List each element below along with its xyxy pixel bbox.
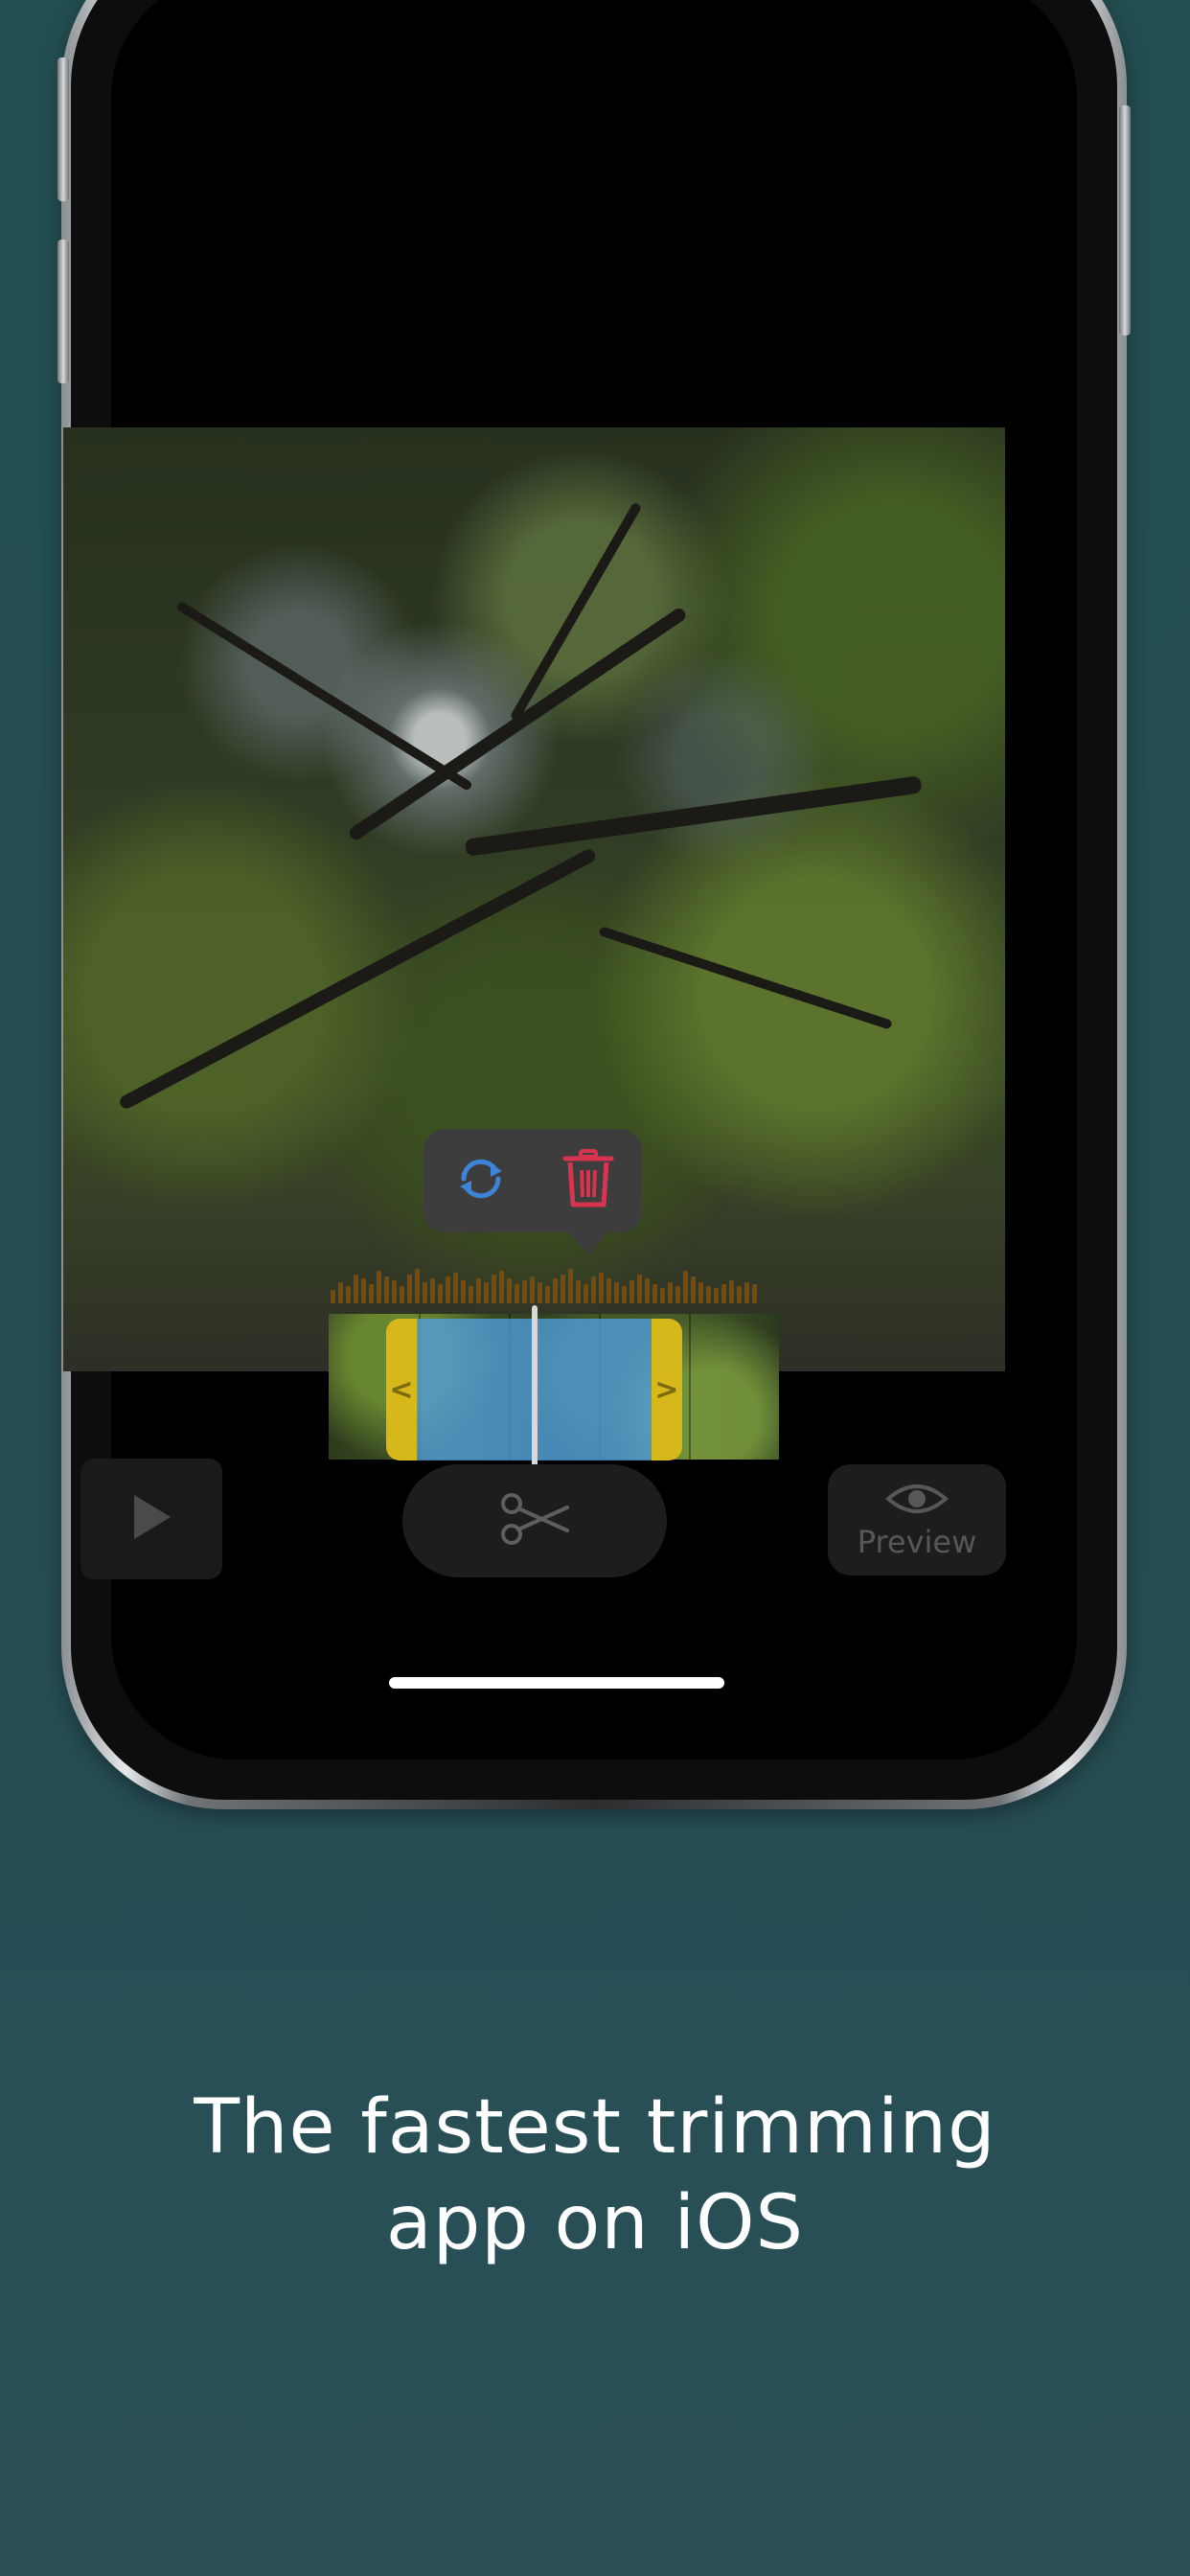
trash-icon [561,1149,615,1212]
waveform-bar [369,1284,374,1303]
preview-button[interactable]: Preview [828,1464,1006,1576]
waveform-bar [469,1286,473,1303]
waveform-bar [407,1275,412,1303]
waveform-bar [606,1278,611,1303]
waveform-bar [744,1282,749,1303]
waveform-bar [499,1271,504,1303]
waveform-bar [446,1276,450,1303]
waveform-bar [400,1286,404,1303]
waveform-bar [698,1282,703,1303]
scissors-icon [498,1490,571,1552]
waveform-bar [737,1286,742,1303]
chevron-left-icon: < [389,1372,414,1407]
waveform-bar [568,1269,573,1303]
waveform-bar [430,1278,435,1303]
waveform-bar [492,1275,496,1303]
waveform-bar [721,1284,726,1303]
tree-branch [347,606,689,842]
trim-handle-right[interactable]: > [652,1319,682,1460]
waveform-bar [629,1280,634,1303]
waveform-bar [599,1273,604,1303]
home-indicator[interactable] [389,1677,724,1689]
waveform-bar [637,1275,642,1303]
waveform-bar [645,1278,650,1303]
sync-icon [452,1150,510,1211]
preview-label: Preview [857,1524,977,1560]
chevron-right-icon: > [654,1372,679,1407]
waveform-bar [453,1273,458,1303]
popover-pointer [569,1232,607,1255]
phone-side-button-volume [57,240,69,383]
waveform-bar [561,1275,565,1303]
waveform-bar [484,1282,489,1303]
waveform-bar [461,1280,466,1303]
cut-button[interactable] [402,1464,667,1577]
trim-handle-left[interactable]: < [386,1319,417,1460]
audio-waveform [331,1267,764,1303]
waveform-bar [438,1284,443,1303]
replace-clip-button[interactable] [450,1150,512,1211]
eye-icon [884,1480,950,1522]
tree-branch [175,600,473,793]
waveform-bar [584,1284,588,1303]
waveform-bar [668,1282,673,1303]
waveform-bar [507,1278,512,1303]
waveform-bar [576,1280,581,1303]
waveform-bar [752,1284,757,1303]
waveform-bar [530,1276,535,1303]
waveform-bar [423,1282,427,1303]
waveform-bar [476,1278,481,1303]
waveform-bar [683,1271,688,1303]
phone-side-button-mute [57,58,69,201]
waveform-bar [515,1284,519,1303]
waveform-bar [545,1286,550,1303]
play-button[interactable] [80,1459,222,1579]
waveform-bar [331,1290,335,1303]
waveform-bar [361,1278,366,1303]
delete-clip-button[interactable] [558,1149,619,1212]
waveform-bar [714,1288,719,1303]
waveform-bar [392,1280,397,1303]
playhead[interactable] [532,1305,538,1474]
waveform-bar [346,1286,351,1303]
waveform-bar [538,1282,542,1303]
thumbnail-divider [689,1314,691,1460]
waveform-bar [522,1280,527,1303]
waveform-bar [675,1286,680,1303]
tree-branch [117,846,598,1112]
waveform-bar [652,1284,657,1303]
marketing-headline: The fastest trimming app on iOS [0,2080,1190,2271]
waveform-bar [614,1282,619,1303]
tree-branch [598,926,893,1030]
waveform-bar [691,1276,696,1303]
waveform-bar [553,1278,558,1303]
waveform-bar [384,1276,389,1303]
waveform-bar [729,1280,734,1303]
phone-side-button-power [1119,105,1131,335]
waveform-bar [377,1271,381,1303]
play-icon [130,1493,172,1545]
waveform-bar [660,1288,665,1303]
clip-action-popover [423,1129,642,1232]
headline-line-2: app on iOS [385,2180,805,2266]
waveform-bar [591,1276,596,1303]
waveform-bar [354,1275,358,1303]
headline-line-1: The fastest trimming [194,2084,996,2171]
waveform-bar [622,1286,627,1303]
waveform-bar [706,1286,711,1303]
waveform-bar [415,1269,420,1303]
tree-branch [464,775,923,857]
waveform-bar [338,1282,343,1303]
